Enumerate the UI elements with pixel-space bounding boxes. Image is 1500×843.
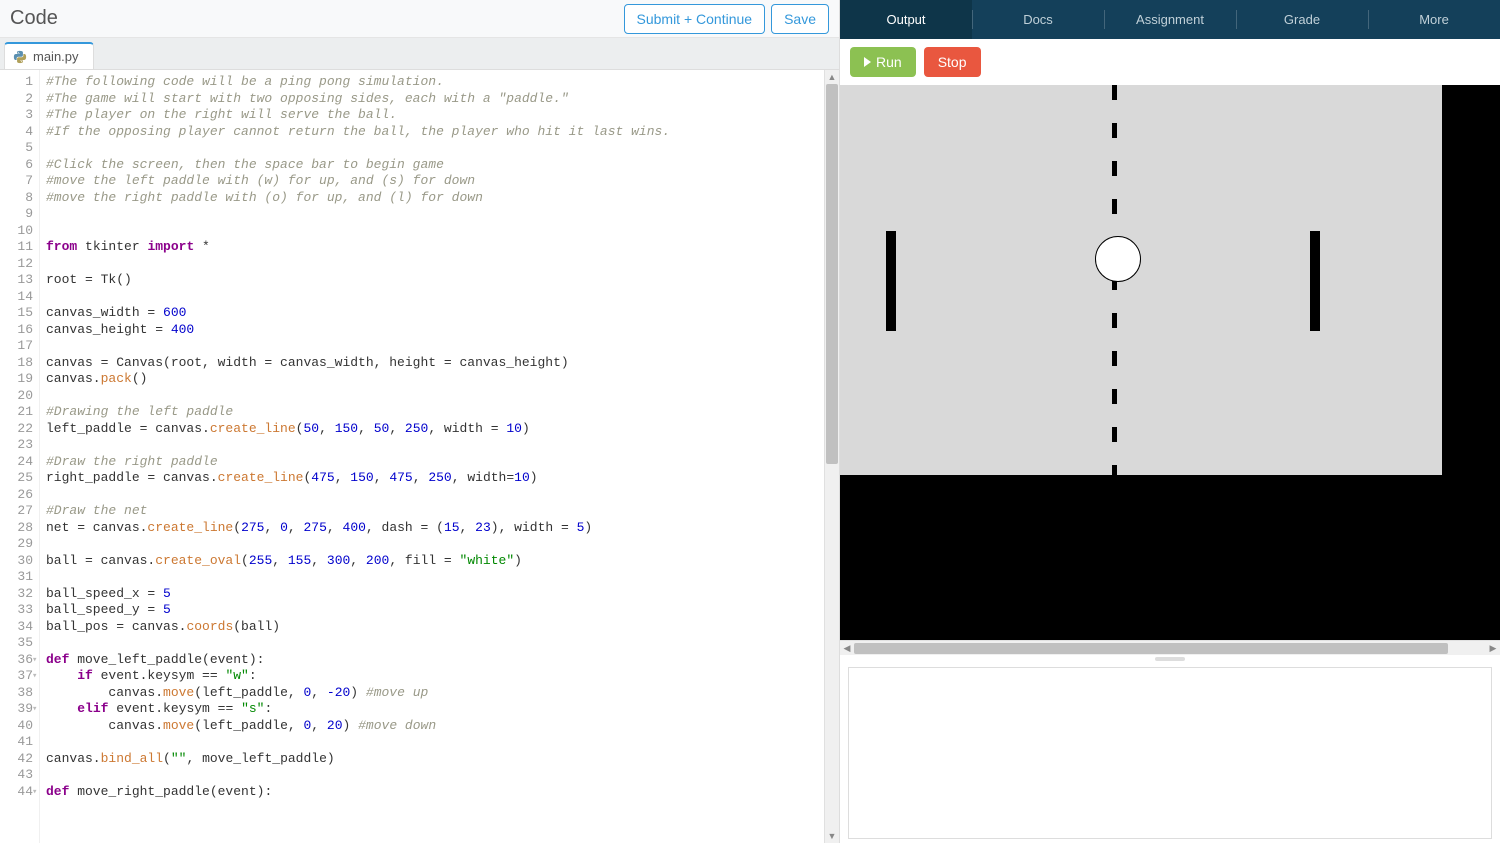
output-tabs: OutputDocsAssignmentGradeMore (840, 0, 1500, 39)
scroll-up-icon[interactable]: ▲ (825, 70, 839, 84)
python-icon (13, 50, 27, 64)
file-tab-main[interactable]: main.py (4, 42, 94, 69)
pane-resize-grip[interactable] (840, 655, 1500, 663)
editor-vscroll[interactable]: ▲ ▼ (824, 70, 839, 843)
scroll-right-icon[interactable]: ▶ (1486, 643, 1500, 654)
scroll-down-icon[interactable]: ▼ (825, 829, 839, 843)
run-row: Run Stop (840, 39, 1500, 85)
left-paddle (886, 231, 896, 331)
panel-title: Code (10, 7, 618, 30)
output-hscroll[interactable]: ◀ ▶ (840, 640, 1500, 655)
scroll-left-icon[interactable]: ◀ (840, 643, 854, 654)
code-area[interactable]: #The following code will be a ping pong … (40, 70, 824, 843)
save-button[interactable]: Save (771, 4, 829, 34)
output-tab-output[interactable]: Output (840, 0, 972, 39)
editor[interactable]: 1234567891011121314151617181920212223242… (0, 70, 839, 843)
code-header: Code Submit + Continue Save (0, 0, 839, 38)
run-label: Run (876, 54, 902, 70)
submit-continue-button[interactable]: Submit + Continue (624, 4, 766, 34)
stop-label: Stop (938, 54, 967, 70)
file-tab-row: main.py (0, 38, 839, 70)
tk-canvas (840, 85, 1442, 475)
play-icon (864, 57, 871, 67)
line-gutter: 1234567891011121314151617181920212223242… (0, 70, 40, 843)
program-output[interactable] (840, 85, 1500, 640)
output-tab-docs[interactable]: Docs (972, 0, 1104, 39)
right-paddle (1310, 231, 1320, 331)
vscroll-thumb[interactable] (826, 84, 838, 464)
output-area-wrap: ◀ ▶ (840, 85, 1500, 843)
output-tab-more[interactable]: More (1368, 0, 1500, 39)
output-tab-assignment[interactable]: Assignment (1104, 0, 1236, 39)
output-panel: OutputDocsAssignmentGradeMore Run Stop (840, 0, 1500, 843)
ball (1095, 236, 1141, 282)
stop-button[interactable]: Stop (924, 47, 981, 77)
app-root: Code Submit + Continue Save main.py 1234… (0, 0, 1500, 843)
run-button[interactable]: Run (850, 47, 916, 77)
code-panel: Code Submit + Continue Save main.py 1234… (0, 0, 840, 843)
file-tab-label: main.py (33, 49, 79, 64)
hscroll-thumb[interactable] (854, 643, 1448, 654)
output-tab-grade[interactable]: Grade (1236, 0, 1368, 39)
console-pane[interactable] (848, 667, 1492, 839)
